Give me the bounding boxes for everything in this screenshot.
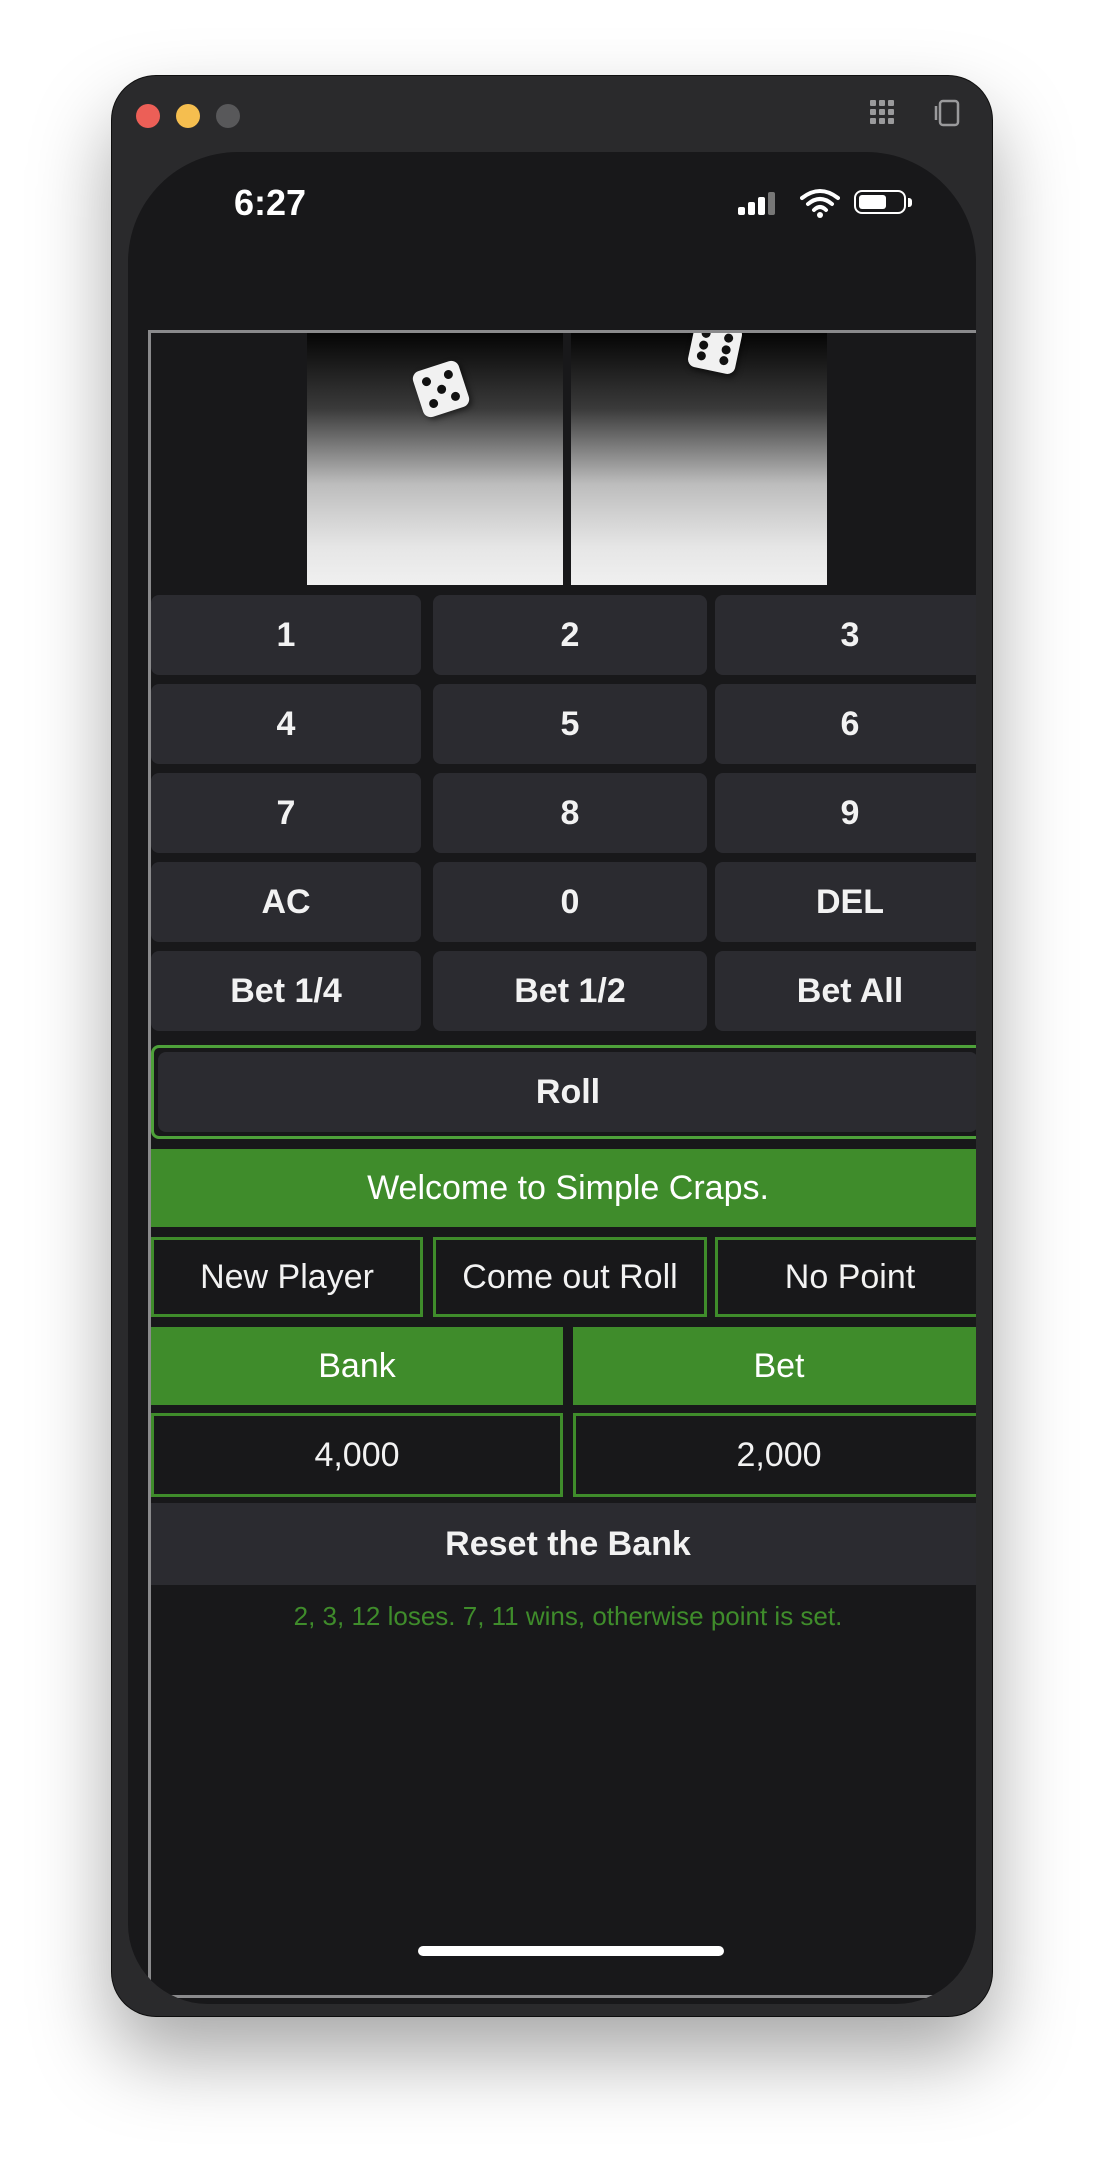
die-icon [410,358,472,420]
die-left-image [307,333,563,585]
rules-hint: 2, 3, 12 loses. 7, 11 wins, otherwise po… [293,1601,843,1631]
key-1[interactable]: 1 [151,595,421,675]
key-0[interactable]: 0 [433,862,707,942]
key-6[interactable]: 6 [715,684,976,764]
key-4[interactable]: 4 [151,684,421,764]
craps-app: 1 2 3 4 5 6 7 8 9 AC 0 DEL Bet 1/4 Bet 1… [148,330,976,1998]
simulator-window: 6:27 1 2 3 4 5 6 7 8 9 AC 0 DEL Bet 1/4 … [112,76,992,2016]
key-3[interactable]: 3 [715,595,976,675]
reset-bank-button[interactable]: Reset the Bank [151,1503,976,1585]
close-window-button[interactable] [136,104,160,128]
key-2[interactable]: 2 [433,595,707,675]
dice-display [151,333,976,589]
point-status: No Point [715,1237,976,1317]
status-time: 6:27 [234,182,307,223]
bank-value: 4,000 [151,1413,563,1497]
bet-quarter-button[interactable]: Bet 1/4 [151,951,421,1031]
bet-all-button[interactable]: Bet All [715,951,976,1031]
bet-half-button[interactable]: Bet 1/2 [433,951,707,1031]
message-banner: Welcome to Simple Craps. [151,1149,976,1227]
battery-icon [854,190,912,214]
home-indicator[interactable] [418,1946,724,1956]
player-status: New Player [151,1237,423,1317]
key-9[interactable]: 9 [715,773,976,853]
phone-screen: 6:27 1 2 3 4 5 6 7 8 9 AC 0 DEL Bet 1/4 … [128,152,976,2004]
roll-button-label: Roll [158,1052,976,1132]
key-7[interactable]: 7 [151,773,421,853]
phase-status: Come out Roll [433,1237,707,1317]
bet-value[interactable]: 2,000 [573,1413,976,1497]
bank-label: Bank [151,1327,563,1405]
minimize-window-button[interactable] [176,104,200,128]
roll-button[interactable]: Roll [151,1045,976,1139]
rotate-device-icon[interactable] [932,98,962,135]
key-5[interactable]: 5 [433,684,707,764]
wifi-icon [800,188,840,222]
zoom-window-button[interactable] [216,104,240,128]
die-right-image [571,333,827,585]
die-icon [686,333,744,376]
delete-button[interactable]: DEL [715,862,976,942]
clear-all-button[interactable]: AC [151,862,421,942]
cellular-signal-icon [738,192,778,215]
key-8[interactable]: 8 [433,773,707,853]
grid-icon[interactable] [868,98,896,133]
bet-label: Bet [573,1327,976,1405]
